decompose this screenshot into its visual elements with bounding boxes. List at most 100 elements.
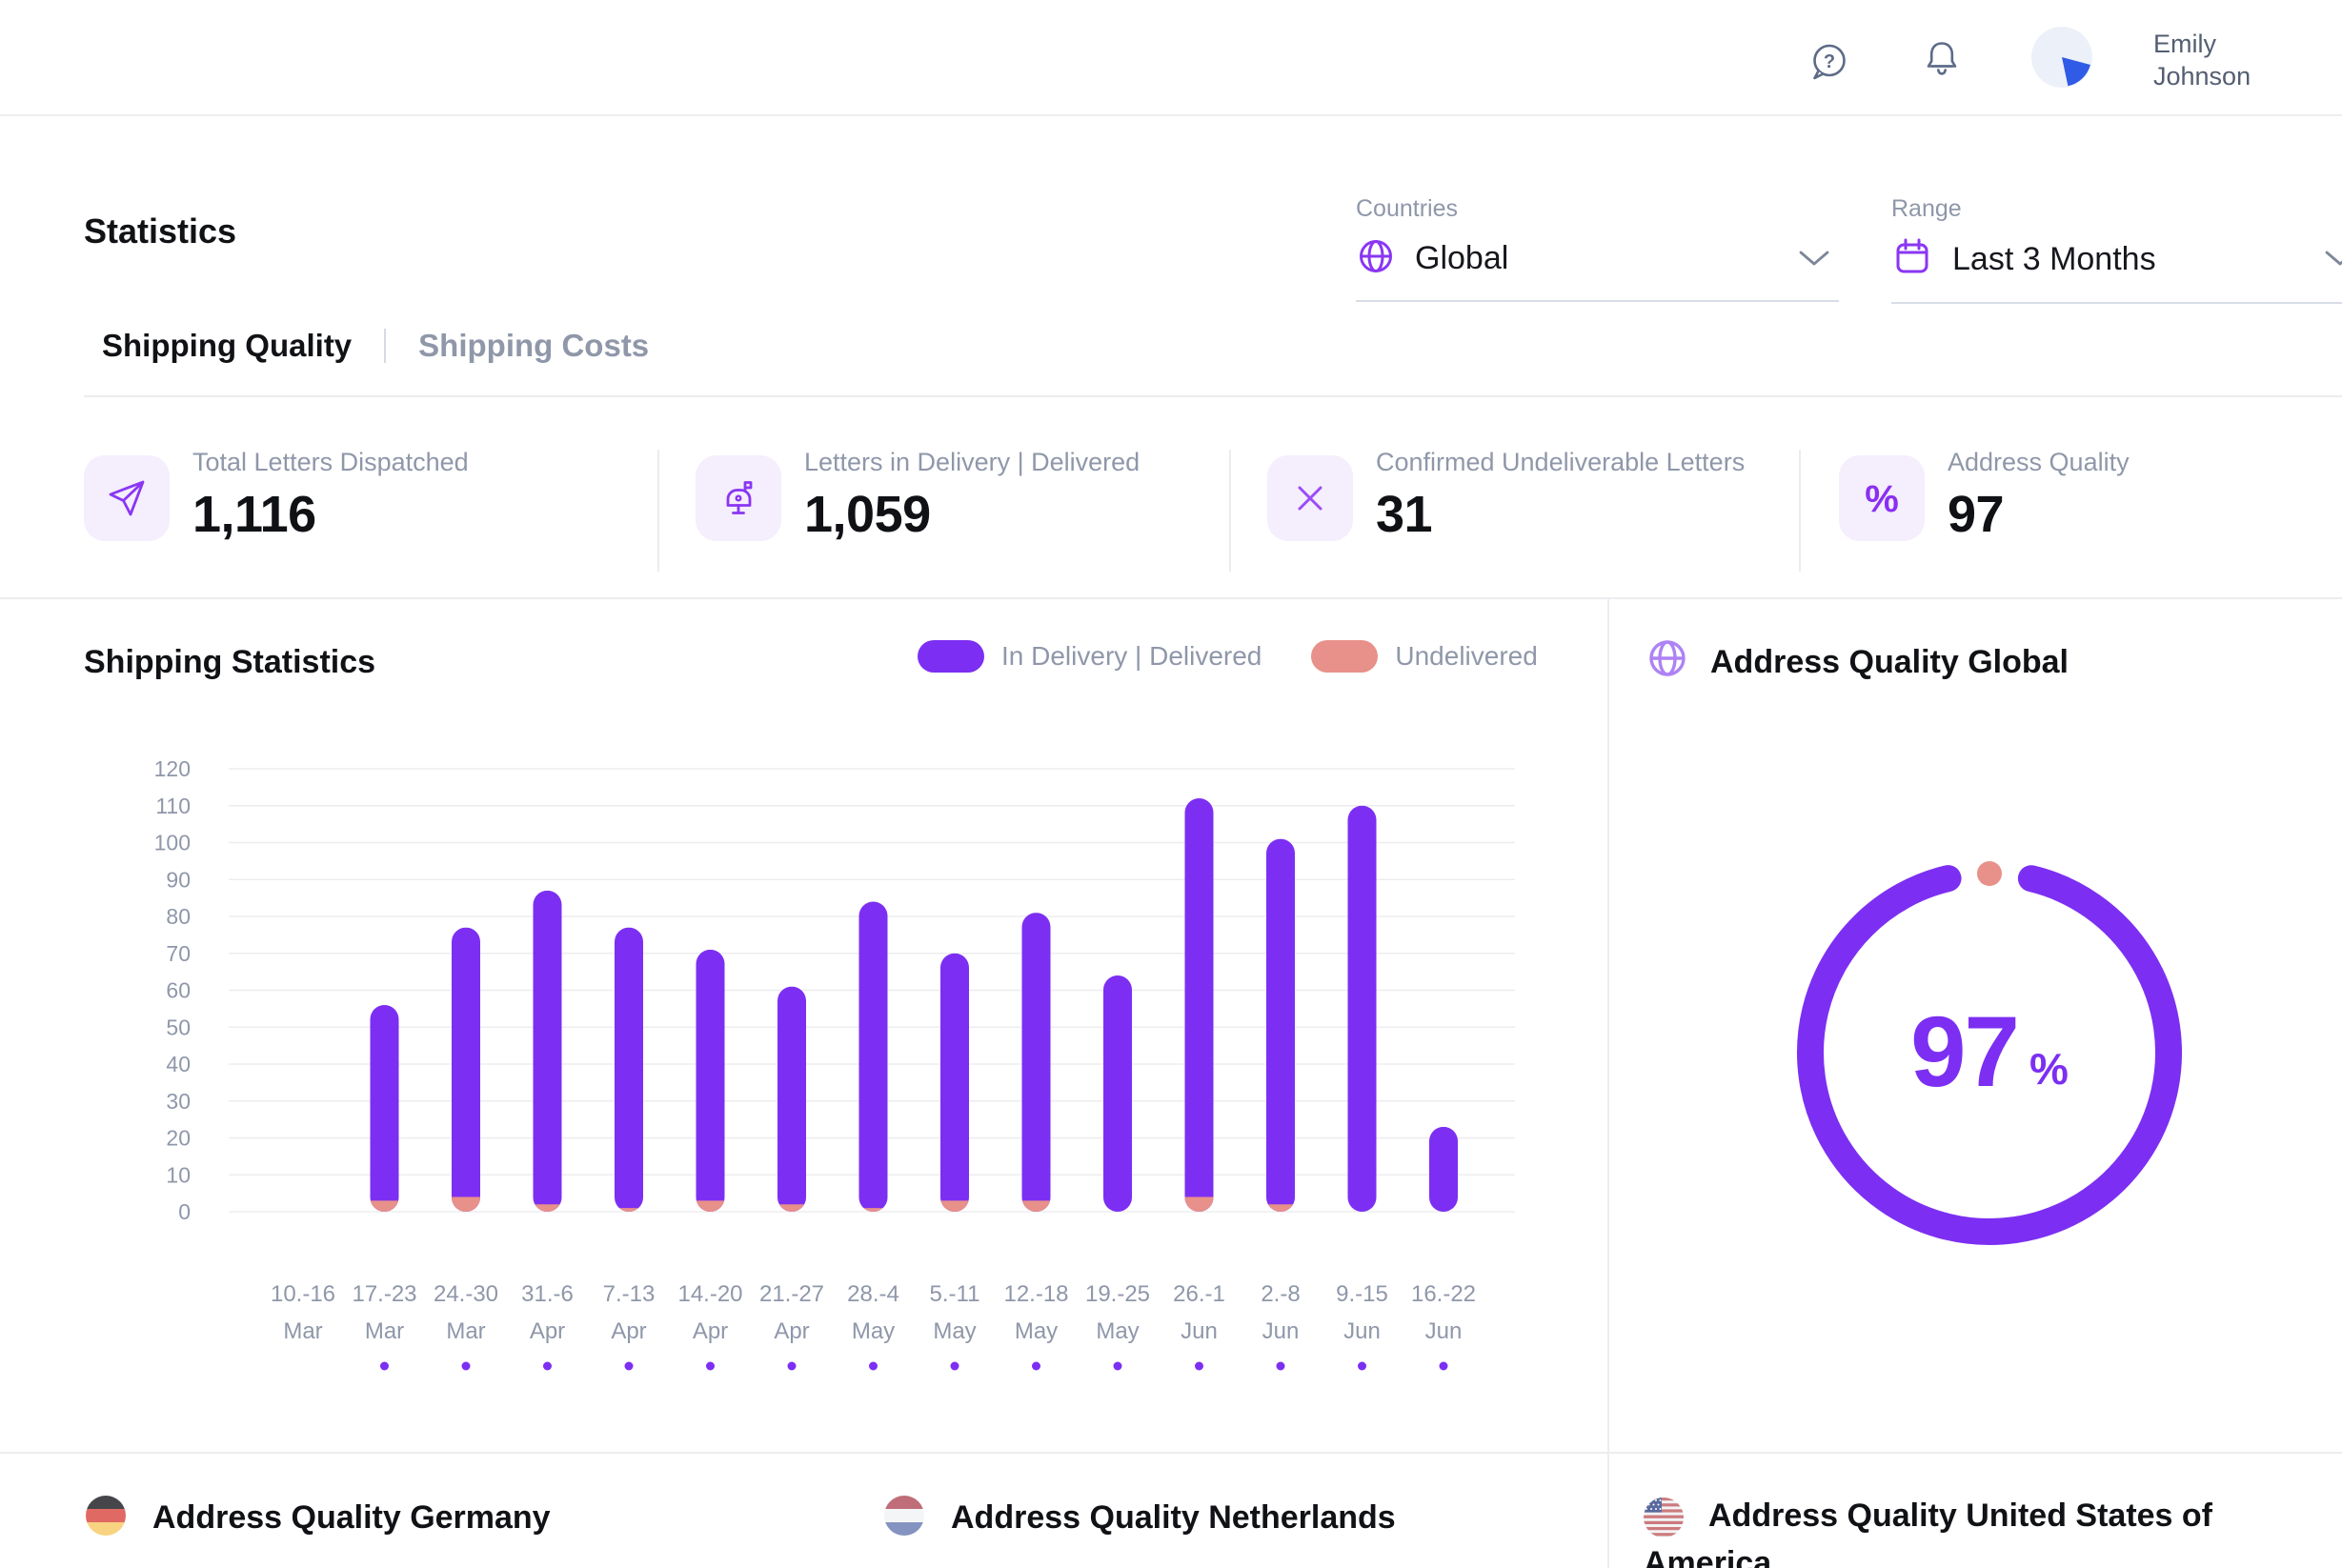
countries-selector[interactable]: Countries Global	[1356, 195, 1839, 302]
stat-value: 31	[1376, 485, 1745, 544]
svg-text:Jun: Jun	[1425, 1318, 1463, 1344]
svg-text:Mar: Mar	[283, 1318, 322, 1344]
svg-text:Jun: Jun	[1262, 1318, 1300, 1344]
svg-text:May: May	[1096, 1318, 1139, 1344]
svg-text:Apr: Apr	[693, 1318, 728, 1344]
shipping-statistics-chart: 0 10 20 30 40 50 60 70 80 90 100 110 120 10.-16 Mar 17.…	[133, 753, 1563, 1381]
svg-text:40: 40	[166, 1052, 191, 1076]
countries-label: Countries	[1356, 195, 1839, 223]
svg-text:90: 90	[166, 867, 191, 892]
bell-icon	[1918, 72, 1966, 87]
stat-card-address-quality: % Address Quality 97	[1839, 448, 2130, 544]
svg-text:120: 120	[154, 756, 191, 781]
legend-item-undelivered[interactable]: Undelivered	[1311, 640, 1537, 673]
statistics-dashboard: ? Emily Johnson Statistics Countries	[0, 0, 2342, 1568]
svg-text:50: 50	[166, 1015, 191, 1039]
percent-icon: %	[1839, 455, 1925, 541]
chart-legend: In Delivery | Delivered Undelivered	[918, 640, 1538, 673]
svg-text:Jun: Jun	[1181, 1318, 1218, 1344]
address-quality-usa: Address Quality United States of America	[1644, 1492, 2301, 1568]
notifications-button[interactable]	[1918, 36, 1966, 87]
legend-label: In Delivery | Delivered	[1001, 641, 1262, 672]
stats-section-divider	[0, 597, 2342, 599]
svg-text:Mar: Mar	[446, 1318, 485, 1344]
help-button[interactable]: ?	[1806, 38, 1853, 89]
svg-text:Jun: Jun	[1343, 1318, 1381, 1344]
svg-text:%: %	[1865, 478, 1899, 520]
range-selector[interactable]: Range Last 3 Months	[1891, 195, 2342, 304]
delivered-legend-swatch	[918, 640, 984, 673]
germany-flag-icon	[86, 1496, 126, 1540]
tab-shipping-costs[interactable]: Shipping Costs	[418, 328, 649, 364]
svg-text:Apr: Apr	[611, 1318, 646, 1344]
address-quality-donut: 97 %	[1770, 834, 2209, 1272]
svg-text:0: 0	[178, 1199, 191, 1224]
chevron-down-icon	[1799, 250, 1829, 271]
address-quality-netherlands: Address Quality Netherlands	[884, 1496, 1396, 1540]
address-quality-global-title: Address Quality Global	[1710, 644, 2069, 681]
svg-text:19.-25: 19.-25	[1085, 1281, 1150, 1307]
svg-text:5.-11: 5.-11	[930, 1281, 980, 1307]
stat-label: Letters in Delivery | Delivered	[804, 448, 1140, 477]
stat-value: 1,116	[192, 485, 469, 544]
address-quality-germany: Address Quality Germany	[86, 1496, 551, 1540]
undelivered-legend-swatch	[1311, 640, 1378, 673]
svg-text:60: 60	[166, 978, 191, 1003]
svg-text:70: 70	[166, 941, 191, 966]
usa-flag-icon	[1644, 1498, 1708, 1534]
svg-text:2.-8: 2.-8	[1261, 1281, 1300, 1307]
svg-text:May: May	[1015, 1318, 1058, 1344]
mailbox-icon	[696, 455, 781, 541]
panel-divider	[1607, 599, 1609, 1568]
stat-label: Address Quality	[1948, 448, 2130, 477]
svg-text:Apr: Apr	[774, 1318, 809, 1344]
svg-text:May: May	[933, 1318, 976, 1344]
svg-text:7.-13: 7.-13	[603, 1281, 656, 1307]
globe-icon	[1645, 636, 1689, 685]
svg-text:10: 10	[166, 1162, 191, 1187]
globe-icon	[1356, 236, 1396, 281]
donut-unit: %	[2029, 1043, 2069, 1095]
page-title: Statistics	[84, 211, 236, 251]
svg-text:14.-20: 14.-20	[677, 1281, 742, 1307]
svg-text:May: May	[852, 1318, 895, 1344]
range-label: Range	[1891, 195, 2342, 223]
top-bar: ? Emily Johnson	[0, 0, 2342, 116]
countries-value: Global	[1415, 240, 1508, 277]
svg-text:31.-6: 31.-6	[521, 1281, 574, 1307]
stat-card-dispatched: Total Letters Dispatched 1,116	[84, 448, 469, 544]
calendar-icon	[1891, 236, 1933, 283]
svg-text:Apr: Apr	[530, 1318, 565, 1344]
range-value: Last 3 Months	[1952, 241, 2156, 278]
stat-card-undeliverable: Confirmed Undeliverable Letters 31	[1267, 448, 1745, 544]
svg-text:80: 80	[166, 904, 191, 929]
svg-text:Mar: Mar	[365, 1318, 404, 1344]
svg-text:110: 110	[155, 794, 191, 818]
chevron-down-icon	[2325, 250, 2342, 271]
svg-text:20: 20	[166, 1126, 191, 1151]
tabs: Shipping Quality Shipping Costs	[102, 328, 649, 364]
help-icon: ?	[1806, 74, 1853, 89]
tabs-divider	[84, 395, 2342, 397]
tab-shipping-quality[interactable]: Shipping Quality	[102, 328, 352, 364]
svg-text:30: 30	[166, 1089, 191, 1114]
legend-item-delivered[interactable]: In Delivery | Delivered	[918, 640, 1262, 673]
svg-text:12.-18: 12.-18	[1003, 1281, 1068, 1307]
x-icon	[1267, 455, 1353, 541]
send-icon	[84, 455, 170, 541]
svg-text:24.-30: 24.-30	[434, 1281, 498, 1307]
netherlands-flag-icon	[884, 1496, 924, 1540]
donut-value: 97	[1910, 995, 2018, 1110]
stat-divider	[1799, 450, 1801, 572]
svg-text:?: ?	[1824, 51, 1835, 72]
svg-text:10.-16: 10.-16	[271, 1281, 335, 1307]
svg-text:17.-23: 17.-23	[352, 1281, 416, 1307]
aq-country-title: Address Quality Germany	[152, 1499, 551, 1537]
stat-value: 97	[1948, 485, 2130, 544]
svg-text:26.-1: 26.-1	[1173, 1281, 1225, 1307]
stat-label: Confirmed Undeliverable Letters	[1376, 448, 1745, 477]
svg-text:100: 100	[154, 831, 191, 855]
tab-separator	[384, 329, 386, 363]
stat-divider	[1229, 450, 1231, 572]
avatar[interactable]	[2031, 27, 2092, 88]
